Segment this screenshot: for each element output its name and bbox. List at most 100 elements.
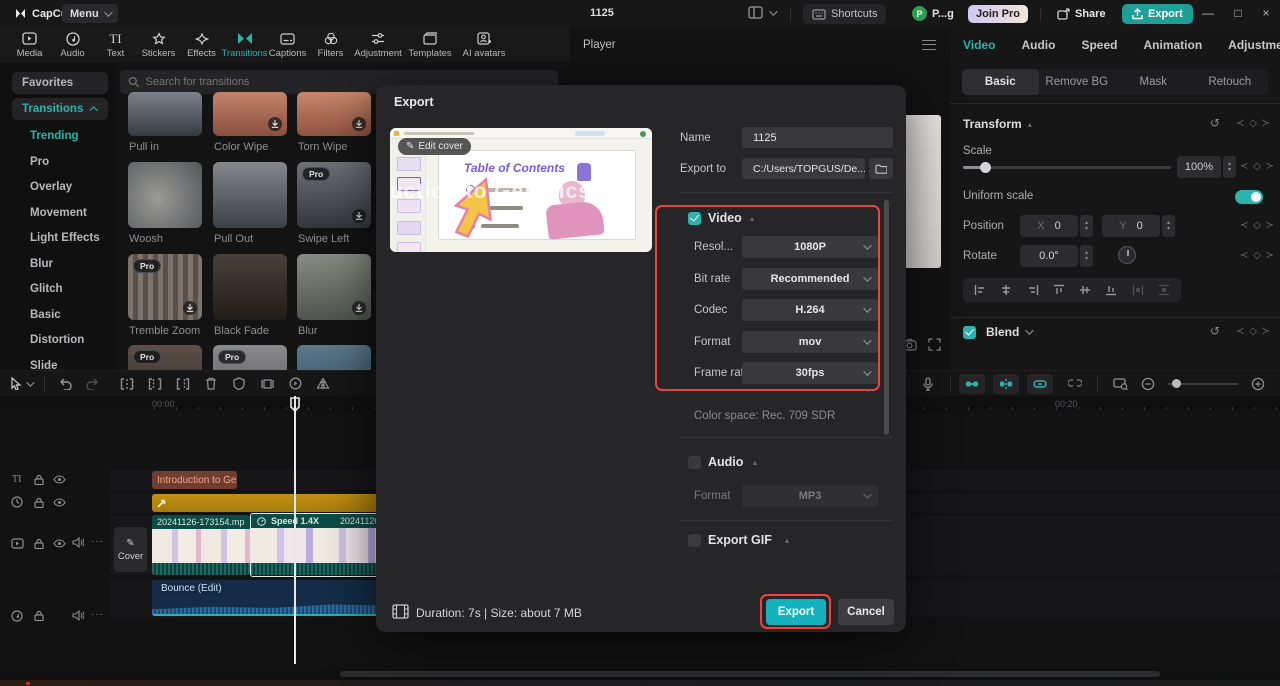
distribute-horizontal-icon[interactable] bbox=[1132, 284, 1144, 296]
keyframe-controls[interactable]: ≺ ◇ ≻ bbox=[1236, 118, 1271, 129]
edit-cover-button[interactable]: ✎ Edit cover bbox=[398, 138, 471, 155]
sidebar-item-light-effects[interactable]: Light Effects bbox=[12, 227, 108, 249]
crop-tool[interactable] bbox=[253, 378, 281, 390]
tool-effects[interactable]: Effects bbox=[180, 31, 223, 59]
transition-thumb-woosh[interactable] bbox=[128, 162, 202, 228]
audio-checkbox[interactable] bbox=[688, 456, 701, 469]
lock-icon[interactable] bbox=[34, 610, 44, 621]
tool-audio[interactable]: Audio bbox=[51, 31, 94, 59]
speed-tool[interactable] bbox=[281, 377, 309, 390]
speaker-icon[interactable] bbox=[72, 537, 84, 548]
unlink-icon[interactable] bbox=[1061, 378, 1089, 389]
playhead[interactable] bbox=[290, 396, 300, 664]
sidebar-item-glitch[interactable]: Glitch bbox=[12, 278, 108, 300]
auto-splice-toggle[interactable] bbox=[993, 373, 1019, 394]
export-path-field[interactable]: C:/Users/TOPGUS/De... bbox=[742, 158, 865, 179]
eye-icon[interactable] bbox=[53, 475, 66, 484]
position-x-stepper[interactable]: ▴ ▾ bbox=[1080, 215, 1093, 237]
tab-speed[interactable]: Speed bbox=[1081, 38, 1117, 52]
lock-icon[interactable] bbox=[34, 538, 44, 549]
position-y-field[interactable]: Y 0 bbox=[1102, 215, 1160, 237]
transition-thumb-pull-out[interactable] bbox=[213, 162, 287, 228]
account-chip[interactable]: P P...g bbox=[912, 6, 954, 21]
scale-stepper[interactable]: ▴ ▾ bbox=[1223, 156, 1236, 178]
sidebar-item-pro[interactable]: Pro bbox=[12, 151, 108, 173]
align-center-vertical-icon[interactable] bbox=[1079, 284, 1091, 296]
reset-icon[interactable]: ↺ bbox=[1210, 116, 1220, 130]
cancel-button[interactable]: Cancel bbox=[838, 599, 894, 625]
tab-adjustment[interactable]: Adjustment bbox=[1228, 38, 1280, 52]
video-clip-1[interactable]: 20241126-173154.mp bbox=[152, 515, 250, 575]
tool-filters[interactable]: Filters bbox=[309, 31, 352, 59]
sidebar-item-favorites[interactable]: Favorites bbox=[12, 72, 108, 94]
align-left-icon[interactable] bbox=[974, 284, 986, 296]
minimize-button[interactable]: — bbox=[1196, 6, 1220, 20]
subtab-remove-bg[interactable]: Remove BG bbox=[1039, 69, 1116, 95]
collapse-arrow-icon[interactable]: ▴ bbox=[753, 458, 757, 467]
text-clip[interactable]: Introduction to Ge bbox=[152, 471, 237, 489]
tab-animation[interactable]: Animation bbox=[1143, 38, 1202, 52]
align-right-icon[interactable] bbox=[1027, 284, 1039, 296]
align-top-icon[interactable] bbox=[1053, 284, 1065, 296]
scale-slider-knob[interactable] bbox=[980, 162, 991, 173]
tool-text[interactable]: TI Text bbox=[94, 31, 137, 60]
reset-icon[interactable]: ↺ bbox=[1210, 324, 1220, 338]
link-toggle[interactable] bbox=[1027, 373, 1053, 394]
rotate-stepper[interactable]: ▴ ▾ bbox=[1080, 245, 1093, 267]
eye-icon[interactable] bbox=[53, 498, 66, 507]
record-voiceover-icon[interactable] bbox=[914, 376, 942, 391]
timeline-scrollbar[interactable] bbox=[340, 671, 1160, 677]
export-gif-checkbox[interactable] bbox=[688, 534, 701, 547]
blend-checkbox[interactable] bbox=[963, 326, 976, 339]
more-options-icon[interactable]: ··· bbox=[91, 609, 104, 620]
subtab-basic[interactable]: Basic bbox=[962, 69, 1039, 95]
transition-thumb[interactable]: Pro bbox=[128, 345, 202, 370]
tool-adjustment[interactable]: Adjustment bbox=[352, 31, 404, 59]
cover-button[interactable]: ✎ Cover bbox=[114, 527, 147, 572]
workspace-switcher[interactable] bbox=[748, 6, 778, 19]
transform-section-header[interactable]: Transform ▴ bbox=[963, 117, 1032, 131]
cover-preview[interactable]: Table of Contents ✎ Edit cover duction to… bbox=[390, 128, 652, 252]
magnetic-snap-toggle[interactable] bbox=[959, 373, 985, 394]
audio-format-select[interactable]: MP3 bbox=[742, 485, 878, 507]
zoom-slider-knob[interactable] bbox=[1172, 378, 1181, 388]
sidebar-item-distortion[interactable]: Distortion bbox=[12, 329, 108, 351]
timeline-zoom-slider[interactable] bbox=[1168, 378, 1238, 388]
tool-stickers[interactable]: Stickers bbox=[137, 31, 180, 59]
share-button[interactable]: Share bbox=[1048, 4, 1115, 24]
mirror-tool[interactable] bbox=[309, 377, 337, 390]
sidebar-item-basic[interactable]: Basic bbox=[12, 304, 108, 326]
tool-transitions[interactable]: Transitions bbox=[221, 31, 268, 59]
tool-ai-avatars[interactable]: AI avatars bbox=[456, 31, 512, 59]
transition-thumb[interactable]: Pro bbox=[213, 345, 287, 370]
tool-templates[interactable]: Templates bbox=[404, 31, 456, 59]
sidebar-item-transitions[interactable]: Transitions bbox=[12, 98, 108, 120]
uniform-scale-toggle[interactable] bbox=[1235, 190, 1263, 204]
transition-thumb-black-fade[interactable] bbox=[213, 254, 287, 320]
split-tool[interactable] bbox=[113, 377, 141, 390]
transition-thumb[interactable] bbox=[297, 345, 371, 370]
export-button-top[interactable]: Export bbox=[1122, 4, 1193, 24]
redo-button[interactable] bbox=[79, 378, 107, 390]
trim-right-tool[interactable] bbox=[169, 377, 197, 390]
browse-folder-button[interactable] bbox=[869, 158, 893, 179]
close-button[interactable]: × bbox=[1254, 6, 1278, 20]
join-pro-button[interactable]: Join Pro bbox=[968, 5, 1029, 23]
delete-tool[interactable] bbox=[197, 377, 225, 390]
tool-media[interactable]: Media bbox=[8, 31, 51, 59]
more-options-icon[interactable]: ··· bbox=[91, 536, 104, 547]
fullscreen-icon[interactable] bbox=[928, 338, 941, 351]
transition-thumb-tremble-zoom[interactable]: Pro bbox=[128, 254, 202, 320]
transition-thumb-color-wipe[interactable] bbox=[213, 92, 287, 136]
transition-thumb-blur[interactable] bbox=[297, 254, 371, 320]
playhead-handle[interactable] bbox=[289, 397, 301, 412]
transition-thumb-swipe-left[interactable]: Pro bbox=[297, 162, 371, 228]
zoom-in-icon[interactable] bbox=[1244, 377, 1272, 391]
transition-thumb-torn-wipe[interactable] bbox=[297, 92, 371, 136]
sidebar-item-overlay[interactable]: Overlay bbox=[12, 176, 108, 198]
sidebar-item-trending[interactable]: Trending bbox=[12, 125, 108, 147]
dialog-scrollbar[interactable] bbox=[884, 200, 889, 435]
tool-captions[interactable]: Captions bbox=[266, 31, 309, 59]
blend-section-header[interactable]: Blend bbox=[986, 325, 1035, 339]
keyframe-controls[interactable]: ≺ ◇ ≻ bbox=[1240, 220, 1275, 231]
